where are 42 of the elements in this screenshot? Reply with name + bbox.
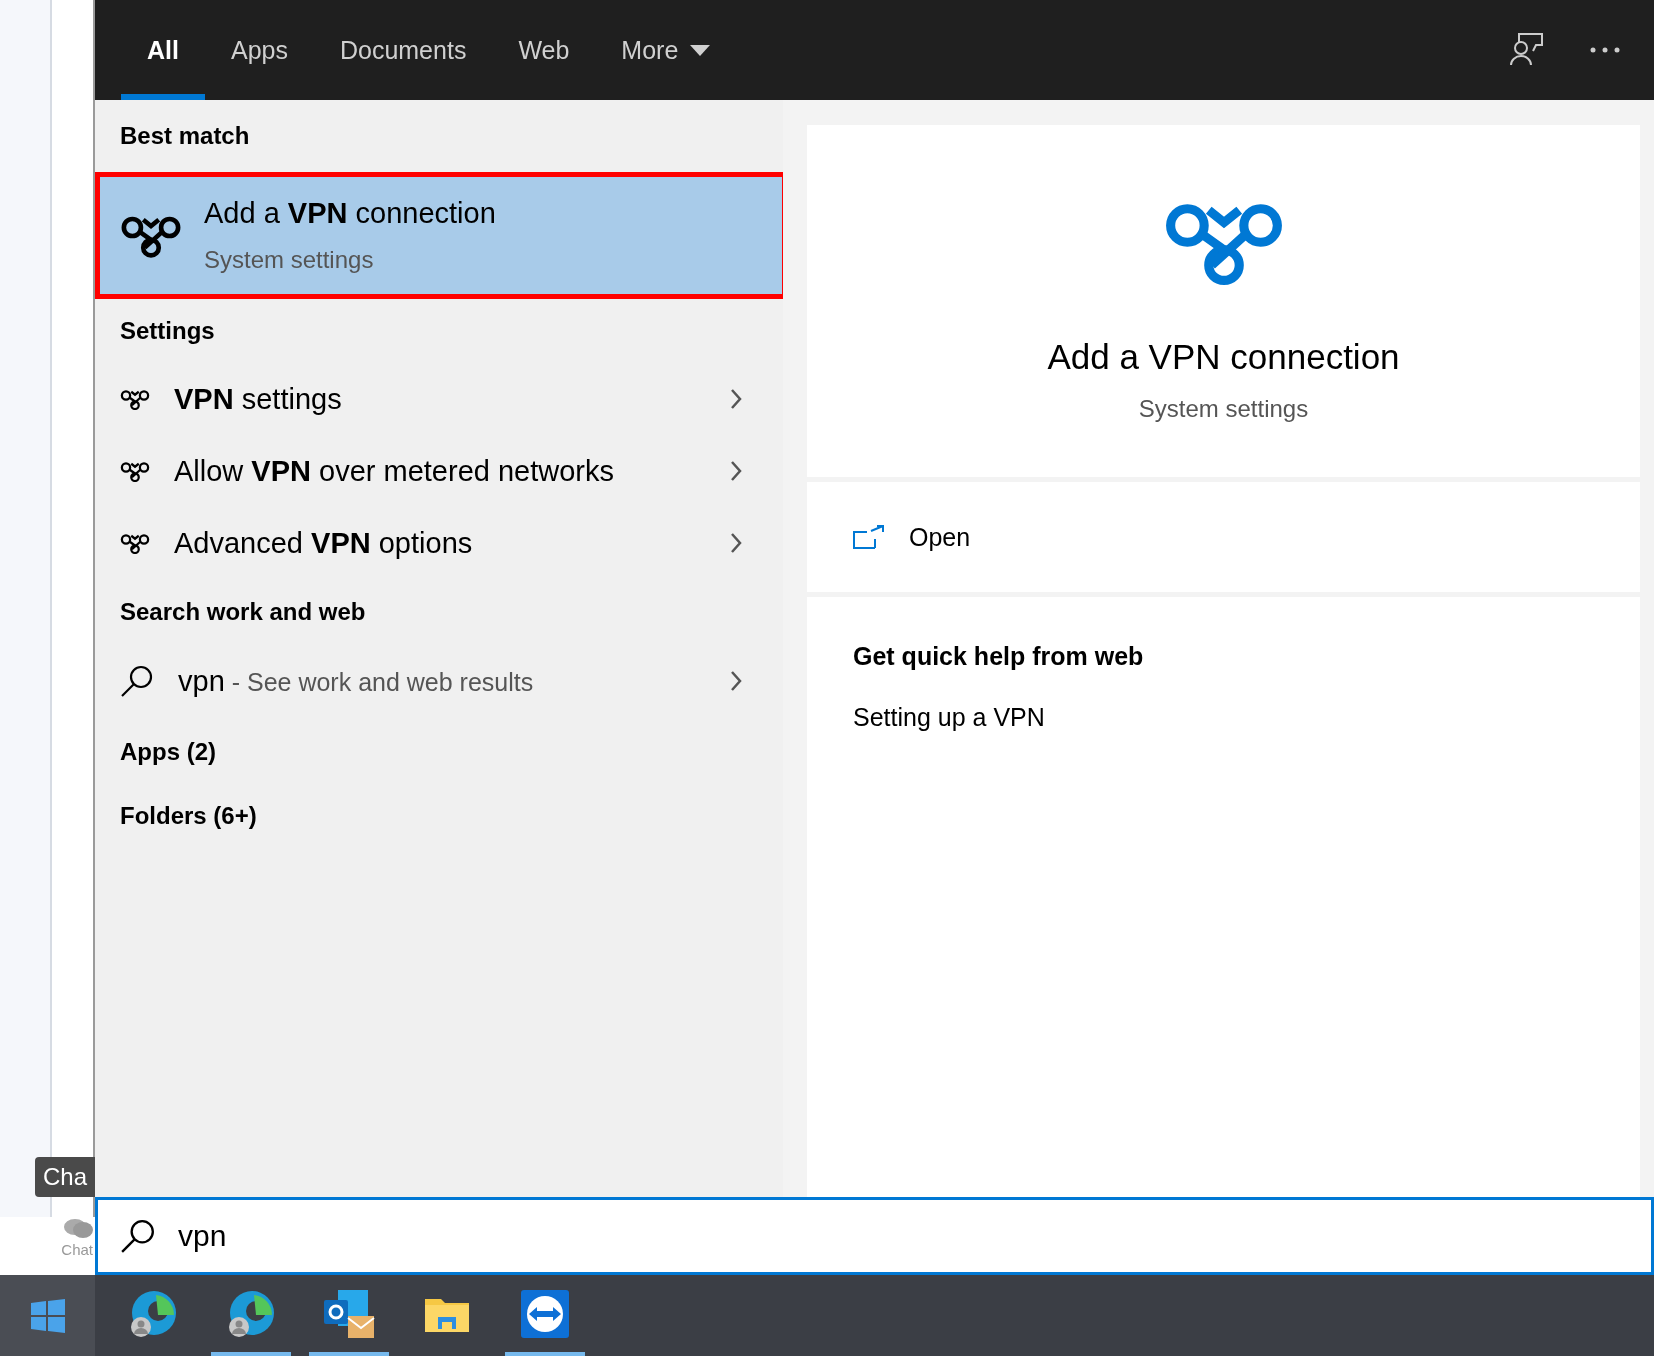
- open-action[interactable]: Open: [807, 482, 1640, 592]
- chevron-right-icon: [729, 532, 743, 554]
- vpn-icon: [120, 531, 150, 555]
- result-group-heading[interactable]: Apps (2): [95, 717, 783, 787]
- result-subtitle: System settings: [204, 246, 375, 274]
- vpn-icon: [120, 387, 150, 411]
- section-heading: Search work and web: [119, 597, 367, 627]
- more-options-icon[interactable]: [1590, 47, 1620, 53]
- browser-icon: [226, 1288, 276, 1339]
- section-heading: Best match: [119, 121, 251, 151]
- caret-down-icon: [690, 44, 711, 56]
- filter-tab[interactable]: More: [595, 0, 737, 100]
- mail-app-icon: [322, 1287, 376, 1340]
- chevron-right-icon: [729, 670, 743, 692]
- vpn-icon: [120, 459, 150, 483]
- result-label[interactable]: vpn - See work and web results: [178, 664, 705, 698]
- filter-tab[interactable]: Web: [492, 0, 596, 100]
- chevron-right-icon: [729, 460, 743, 482]
- remote-app-icon: [521, 1289, 569, 1338]
- chat-label: Chat: [61, 1241, 93, 1258]
- result-group-heading[interactable]: Folders (6+): [95, 787, 783, 845]
- tooltip: Cha: [35, 1157, 95, 1197]
- start-button[interactable]: [0, 1275, 95, 1356]
- chevron-right-icon: [729, 388, 743, 410]
- result-label[interactable]: VPN settings: [174, 382, 705, 416]
- filter-tab[interactable]: Documents: [313, 0, 493, 100]
- preview-title: Add a VPN connection: [1047, 336, 1400, 377]
- preview-subtitle: System settings: [1138, 394, 1309, 423]
- help-link[interactable]: Setting up a VPN: [853, 703, 1045, 732]
- help-heading: Get quick help from web: [853, 642, 1145, 671]
- open-window-icon: [853, 525, 885, 549]
- chat-bubbles-icon[interactable]: [63, 1217, 93, 1241]
- result-title: Add a VPN connection: [204, 197, 496, 230]
- feedback-icon[interactable]: [1510, 33, 1544, 67]
- result-label[interactable]: Advanced VPN options: [174, 526, 705, 560]
- windows-logo-icon: [30, 1298, 65, 1333]
- browser-icon: [128, 1288, 178, 1339]
- section-heading: Settings: [119, 316, 216, 346]
- search-icon: [120, 1218, 156, 1254]
- search-icon: [120, 664, 154, 698]
- filter-tab[interactable]: Apps: [204, 0, 314, 100]
- result-label[interactable]: Allow VPN over metered networks: [174, 454, 705, 488]
